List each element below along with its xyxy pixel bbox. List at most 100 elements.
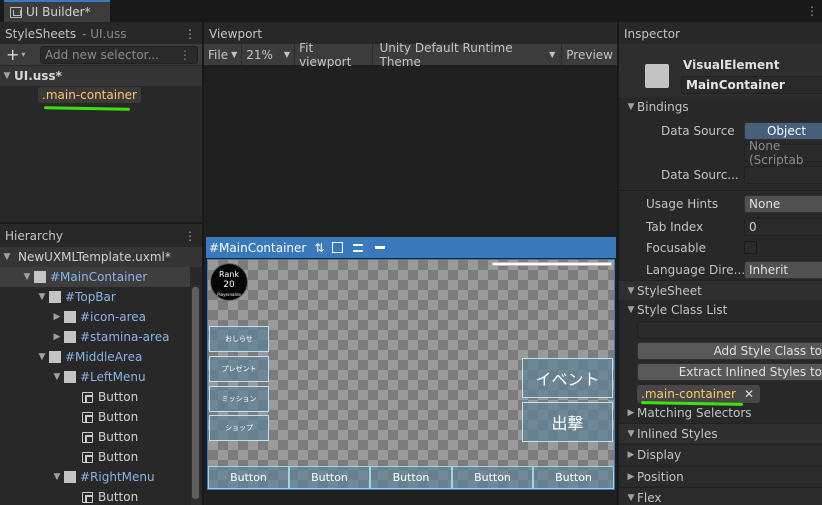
hierarchy-menu-icon[interactable]: ⋮ xyxy=(184,229,196,243)
collapse-icon[interactable]: ▼ xyxy=(50,372,64,382)
notice-button[interactable]: おしらせ xyxy=(209,326,269,352)
fit-viewport-label: Fit viewport xyxy=(299,40,352,69)
focusable-label: Focusable xyxy=(646,241,706,255)
bottom-button[interactable]: Button xyxy=(533,466,614,489)
tree-item-button[interactable]: Button xyxy=(0,407,138,427)
panel-divider[interactable] xyxy=(0,222,202,224)
collapse-icon[interactable]: ▼ xyxy=(0,252,14,262)
stylesheets-menu-icon[interactable]: ⋮ xyxy=(184,27,196,41)
viewport-toolbar: File ▼ 21% ▼ Fit viewport Unity Default Ru… xyxy=(204,41,617,69)
file-menu[interactable]: File ▼ xyxy=(204,44,241,65)
theme-dropdown[interactable]: Unity Default Runtime Theme ▼ xyxy=(372,41,561,69)
collapse-icon[interactable]: ▼ xyxy=(35,292,49,302)
inspector-panel: Inspector VisualElement MainContainer ▼ B… xyxy=(619,22,822,505)
flex-foldout[interactable]: ▼ Flex xyxy=(619,487,822,505)
class-chip[interactable]: .main-container ✕ xyxy=(637,385,761,403)
rank-subtitle: Playername xyxy=(217,292,241,297)
tree-item-leftmenu[interactable]: ▼ #LeftMenu xyxy=(0,367,146,387)
fit-viewport-button[interactable]: Fit viewport xyxy=(294,41,368,69)
ui-builder-tab[interactable]: UI Builder* xyxy=(4,0,110,22)
bottom-button[interactable]: Button xyxy=(208,466,289,489)
tree-item-button[interactable]: Button xyxy=(0,487,138,505)
scrollbar-thumb[interactable] xyxy=(192,287,199,499)
element-icon xyxy=(49,291,61,303)
usage-hints-dropdown[interactable]: None xyxy=(744,195,822,213)
expand-icon[interactable]: ▶ xyxy=(625,450,637,460)
add-dropdown-icon[interactable]: ▾ xyxy=(21,50,25,59)
zoom-dropdown[interactable]: 21% ▼ xyxy=(241,44,294,65)
add-icon[interactable]: + xyxy=(6,45,19,64)
data-source-object-field[interactable]: None (Scriptab xyxy=(744,139,822,167)
dropdown-icon: ▼ xyxy=(231,50,238,59)
sort-icon[interactable]: ⇅ xyxy=(314,241,324,255)
preview-toggle[interactable]: Preview xyxy=(561,44,617,65)
collapse-icon[interactable]: ▼ xyxy=(625,102,637,112)
matching-selectors-foldout[interactable]: ▶ Matching Selectors xyxy=(625,403,752,423)
tree-item-stamina-area[interactable]: ▶ #stamina-area xyxy=(0,327,170,347)
element-name-field[interactable]: MainContainer xyxy=(681,76,822,94)
present-button[interactable]: プレゼント xyxy=(209,356,269,382)
bottom-button[interactable]: Button xyxy=(289,466,370,489)
add-style-class-button[interactable]: Add Style Class to xyxy=(637,342,822,360)
language-dropdown[interactable]: Inherit xyxy=(744,261,822,279)
style-class-list-foldout[interactable]: ▼ Style Class List xyxy=(625,300,728,320)
justify-icon[interactable] xyxy=(375,246,386,249)
expand-icon[interactable]: ▶ xyxy=(50,312,64,322)
collapse-icon[interactable]: ▼ xyxy=(625,493,637,503)
position-foldout[interactable]: ▶ Position xyxy=(619,466,822,486)
tree-item-topbar[interactable]: ▼ #TopBar xyxy=(0,287,116,307)
tree-item-label: #TopBar xyxy=(65,290,116,304)
align-column-icon[interactable] xyxy=(332,242,344,253)
selector-options-icon[interactable]: ⋮ xyxy=(179,48,191,62)
expand-icon[interactable]: ▶ xyxy=(625,408,637,418)
collapse-icon[interactable]: ▼ xyxy=(625,429,637,439)
collapse-icon[interactable]: ▼ xyxy=(625,286,637,296)
button-icon xyxy=(82,391,93,403)
bottom-button[interactable]: Button xyxy=(370,466,452,489)
bottom-button[interactable]: Button xyxy=(452,466,533,489)
add-selector-input[interactable]: Add new selector... ⋮ xyxy=(40,46,198,64)
display-foldout[interactable]: ▶ Display xyxy=(619,444,822,464)
shop-button[interactable]: ショップ xyxy=(209,415,269,441)
remove-class-icon[interactable]: ✕ xyxy=(744,387,754,401)
hierarchy-scrollbar[interactable] xyxy=(191,285,200,505)
data-source-object-tab[interactable]: Object xyxy=(744,122,822,140)
expand-icon[interactable]: ▶ xyxy=(625,472,637,482)
tree-item-button[interactable]: Button xyxy=(0,387,138,407)
stylesheet-foldout[interactable]: ▼ StyleSheet xyxy=(619,280,822,300)
window-menu-icon[interactable]: ⋮ xyxy=(806,4,818,18)
collapse-icon[interactable]: ▼ xyxy=(625,305,637,315)
tree-item-rightmenu[interactable]: ▼ #RightMenu xyxy=(0,467,155,487)
tab-index-field[interactable]: 0 xyxy=(744,218,822,236)
tree-item-button[interactable]: Button xyxy=(0,427,138,447)
style-class-input[interactable] xyxy=(637,321,822,339)
align-center-icon[interactable] xyxy=(353,243,364,252)
tree-item-maincontainer[interactable]: ▼ #MainContainer xyxy=(0,267,190,287)
event-button[interactable]: イベント xyxy=(522,358,613,398)
canvas[interactable]: Rank 20 Playername おしらせ プレゼント ミッション ショップ… xyxy=(207,259,615,490)
mission-button[interactable]: ミッション xyxy=(209,386,269,412)
tree-item-button[interactable]: Button xyxy=(0,447,138,467)
display-label: Display xyxy=(637,447,682,462)
bindings-foldout[interactable]: ▼ Bindings xyxy=(625,97,689,117)
canvas-header[interactable]: #MainContainer ⇅ xyxy=(206,237,616,258)
collapse-icon[interactable]: ▼ xyxy=(0,71,14,81)
left-column: StyleSheets - UI.uss ⋮ + ▾ Add new selec… xyxy=(0,22,202,505)
tree-item-middlearea[interactable]: ▼ #MiddleArea xyxy=(0,347,143,367)
collapse-icon[interactable]: ▼ xyxy=(50,472,64,482)
hierarchy-root[interactable]: ▼ NewUXMLTemplate.uxml* xyxy=(0,247,202,267)
selector-item[interactable]: .main-container xyxy=(38,87,141,103)
data-source-path-field[interactable] xyxy=(744,166,822,184)
expand-icon[interactable]: ▶ xyxy=(50,332,64,342)
collapse-icon[interactable]: ▼ xyxy=(20,272,34,282)
tree-item-icon-area[interactable]: ▶ #icon-area xyxy=(0,307,147,327)
element-icon xyxy=(49,351,61,363)
focusable-checkbox[interactable] xyxy=(744,241,757,254)
usage-hints-row: Usage Hints xyxy=(646,194,718,214)
inlined-styles-foldout[interactable]: ▼ Inlined Styles xyxy=(619,423,822,443)
collapse-icon[interactable]: ▼ xyxy=(35,352,49,362)
extract-inlined-styles-button[interactable]: Extract Inlined Styles to xyxy=(637,363,822,381)
sortie-button[interactable]: 出撃 xyxy=(522,402,613,442)
stylesheet-row[interactable]: ▼ UI.uss* xyxy=(0,66,202,86)
hierarchy-header: Hierarchy ⋮ xyxy=(0,225,202,246)
